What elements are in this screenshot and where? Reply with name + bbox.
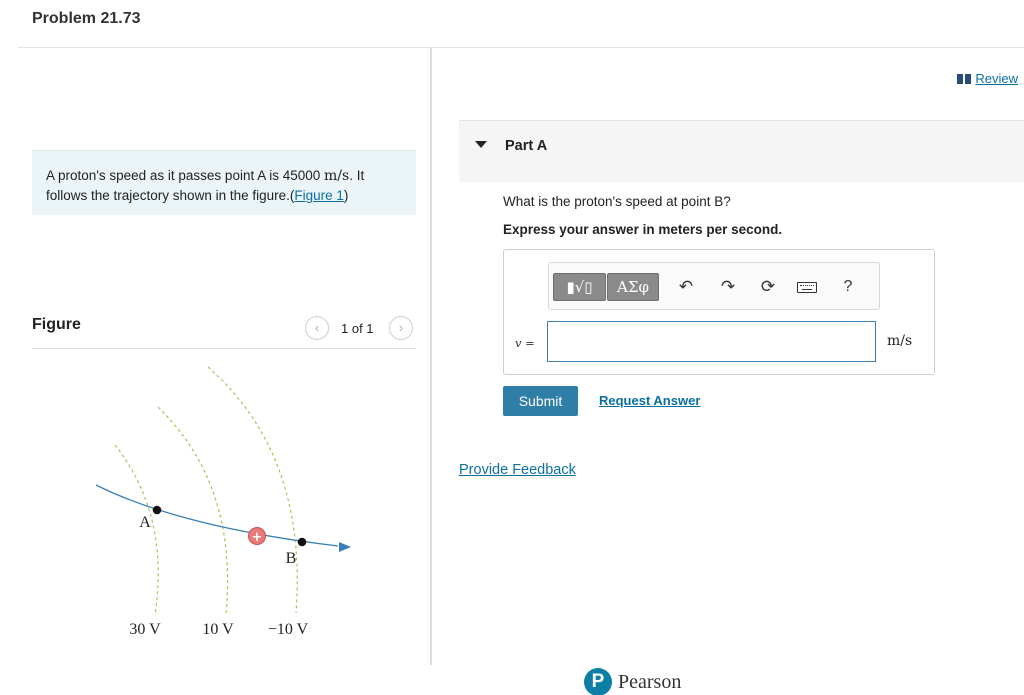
figure-pager: 1 of 1	[341, 321, 374, 336]
templates-button[interactable]: ▮√▯	[553, 273, 606, 301]
figure-divider	[32, 348, 416, 349]
review-link[interactable]: Review	[957, 71, 1018, 86]
chevron-left-icon: ‹	[314, 320, 320, 335]
redo-icon[interactable]: ↷	[715, 273, 741, 301]
book-icon	[957, 73, 972, 84]
instruction-text: Express your answer in meters per second…	[503, 222, 783, 237]
part-label: Part A	[505, 138, 548, 154]
pearson-brand: Pearson	[618, 670, 682, 693]
figure-link[interactable]: Figure 1	[294, 188, 344, 203]
equipotential-line-30v	[114, 444, 159, 616]
review-label: Review	[975, 71, 1018, 86]
answer-box: ▮√▯ ΑΣφ ↶ ↷ ⟳ ? v = m/s	[503, 249, 935, 375]
point-a-dot	[152, 505, 162, 515]
equipotential-label-30v: 30 V	[129, 621, 161, 638]
part-a-header[interactable]: Part A	[459, 121, 1024, 182]
question-text: What is the proton's speed at point B?	[503, 194, 731, 209]
undo-icon[interactable]: ↶	[673, 273, 699, 301]
figure-link-close: )	[343, 188, 349, 203]
greek-symbols-button[interactable]: ΑΣφ	[607, 273, 659, 301]
pearson-logo-icon: P	[584, 668, 612, 695]
help-button[interactable]: ?	[835, 273, 861, 301]
equipotential-line-10v	[157, 406, 229, 614]
point-b-label: B	[286, 550, 297, 567]
proton-trajectory	[95, 484, 339, 547]
equipotential-label-minus10v: −10 V	[268, 621, 309, 638]
trajectory-arrowhead	[339, 542, 351, 552]
keyboard-icon[interactable]	[793, 273, 821, 301]
answer-variable-label: v =	[515, 336, 535, 350]
equipotential-line-minus10v	[207, 366, 298, 614]
point-a-label: A	[139, 514, 151, 531]
answer-input[interactable]	[547, 321, 876, 362]
equipotential-label-10v: 10 V	[202, 621, 234, 638]
figure-title: Figure	[32, 316, 81, 333]
reset-icon[interactable]: ⟳	[755, 273, 781, 301]
pearson-footer: P Pearson	[584, 668, 681, 695]
proton-symbol: +	[252, 530, 263, 545]
trajectory-figure: + A B 30 V 10 V −10 V	[95, 366, 351, 638]
math-toolbar: ▮√▯ ΑΣφ ↶ ↷ ⟳ ?	[548, 262, 880, 310]
point-b-dot	[297, 537, 307, 547]
collapse-triangle-icon[interactable]	[475, 141, 487, 148]
statement-text-before: A proton's speed as it passes point A is…	[46, 168, 321, 183]
figure-next-button[interactable]: ›	[389, 316, 413, 340]
problem-statement: A proton's speed as it passes point A is…	[32, 150, 416, 215]
figure-prev-button[interactable]: ‹	[305, 316, 329, 340]
submit-button[interactable]: Submit	[503, 386, 578, 416]
header-divider	[18, 47, 1024, 48]
chevron-right-icon: ›	[398, 320, 404, 335]
request-answer-link[interactable]: Request Answer	[599, 393, 700, 408]
problem-title: Problem 21.73	[32, 10, 141, 27]
column-divider	[430, 48, 432, 665]
provide-feedback-link[interactable]: Provide Feedback	[459, 462, 576, 478]
statement-unit: m/s	[324, 168, 350, 184]
answer-unit-label: m/s	[887, 333, 913, 349]
